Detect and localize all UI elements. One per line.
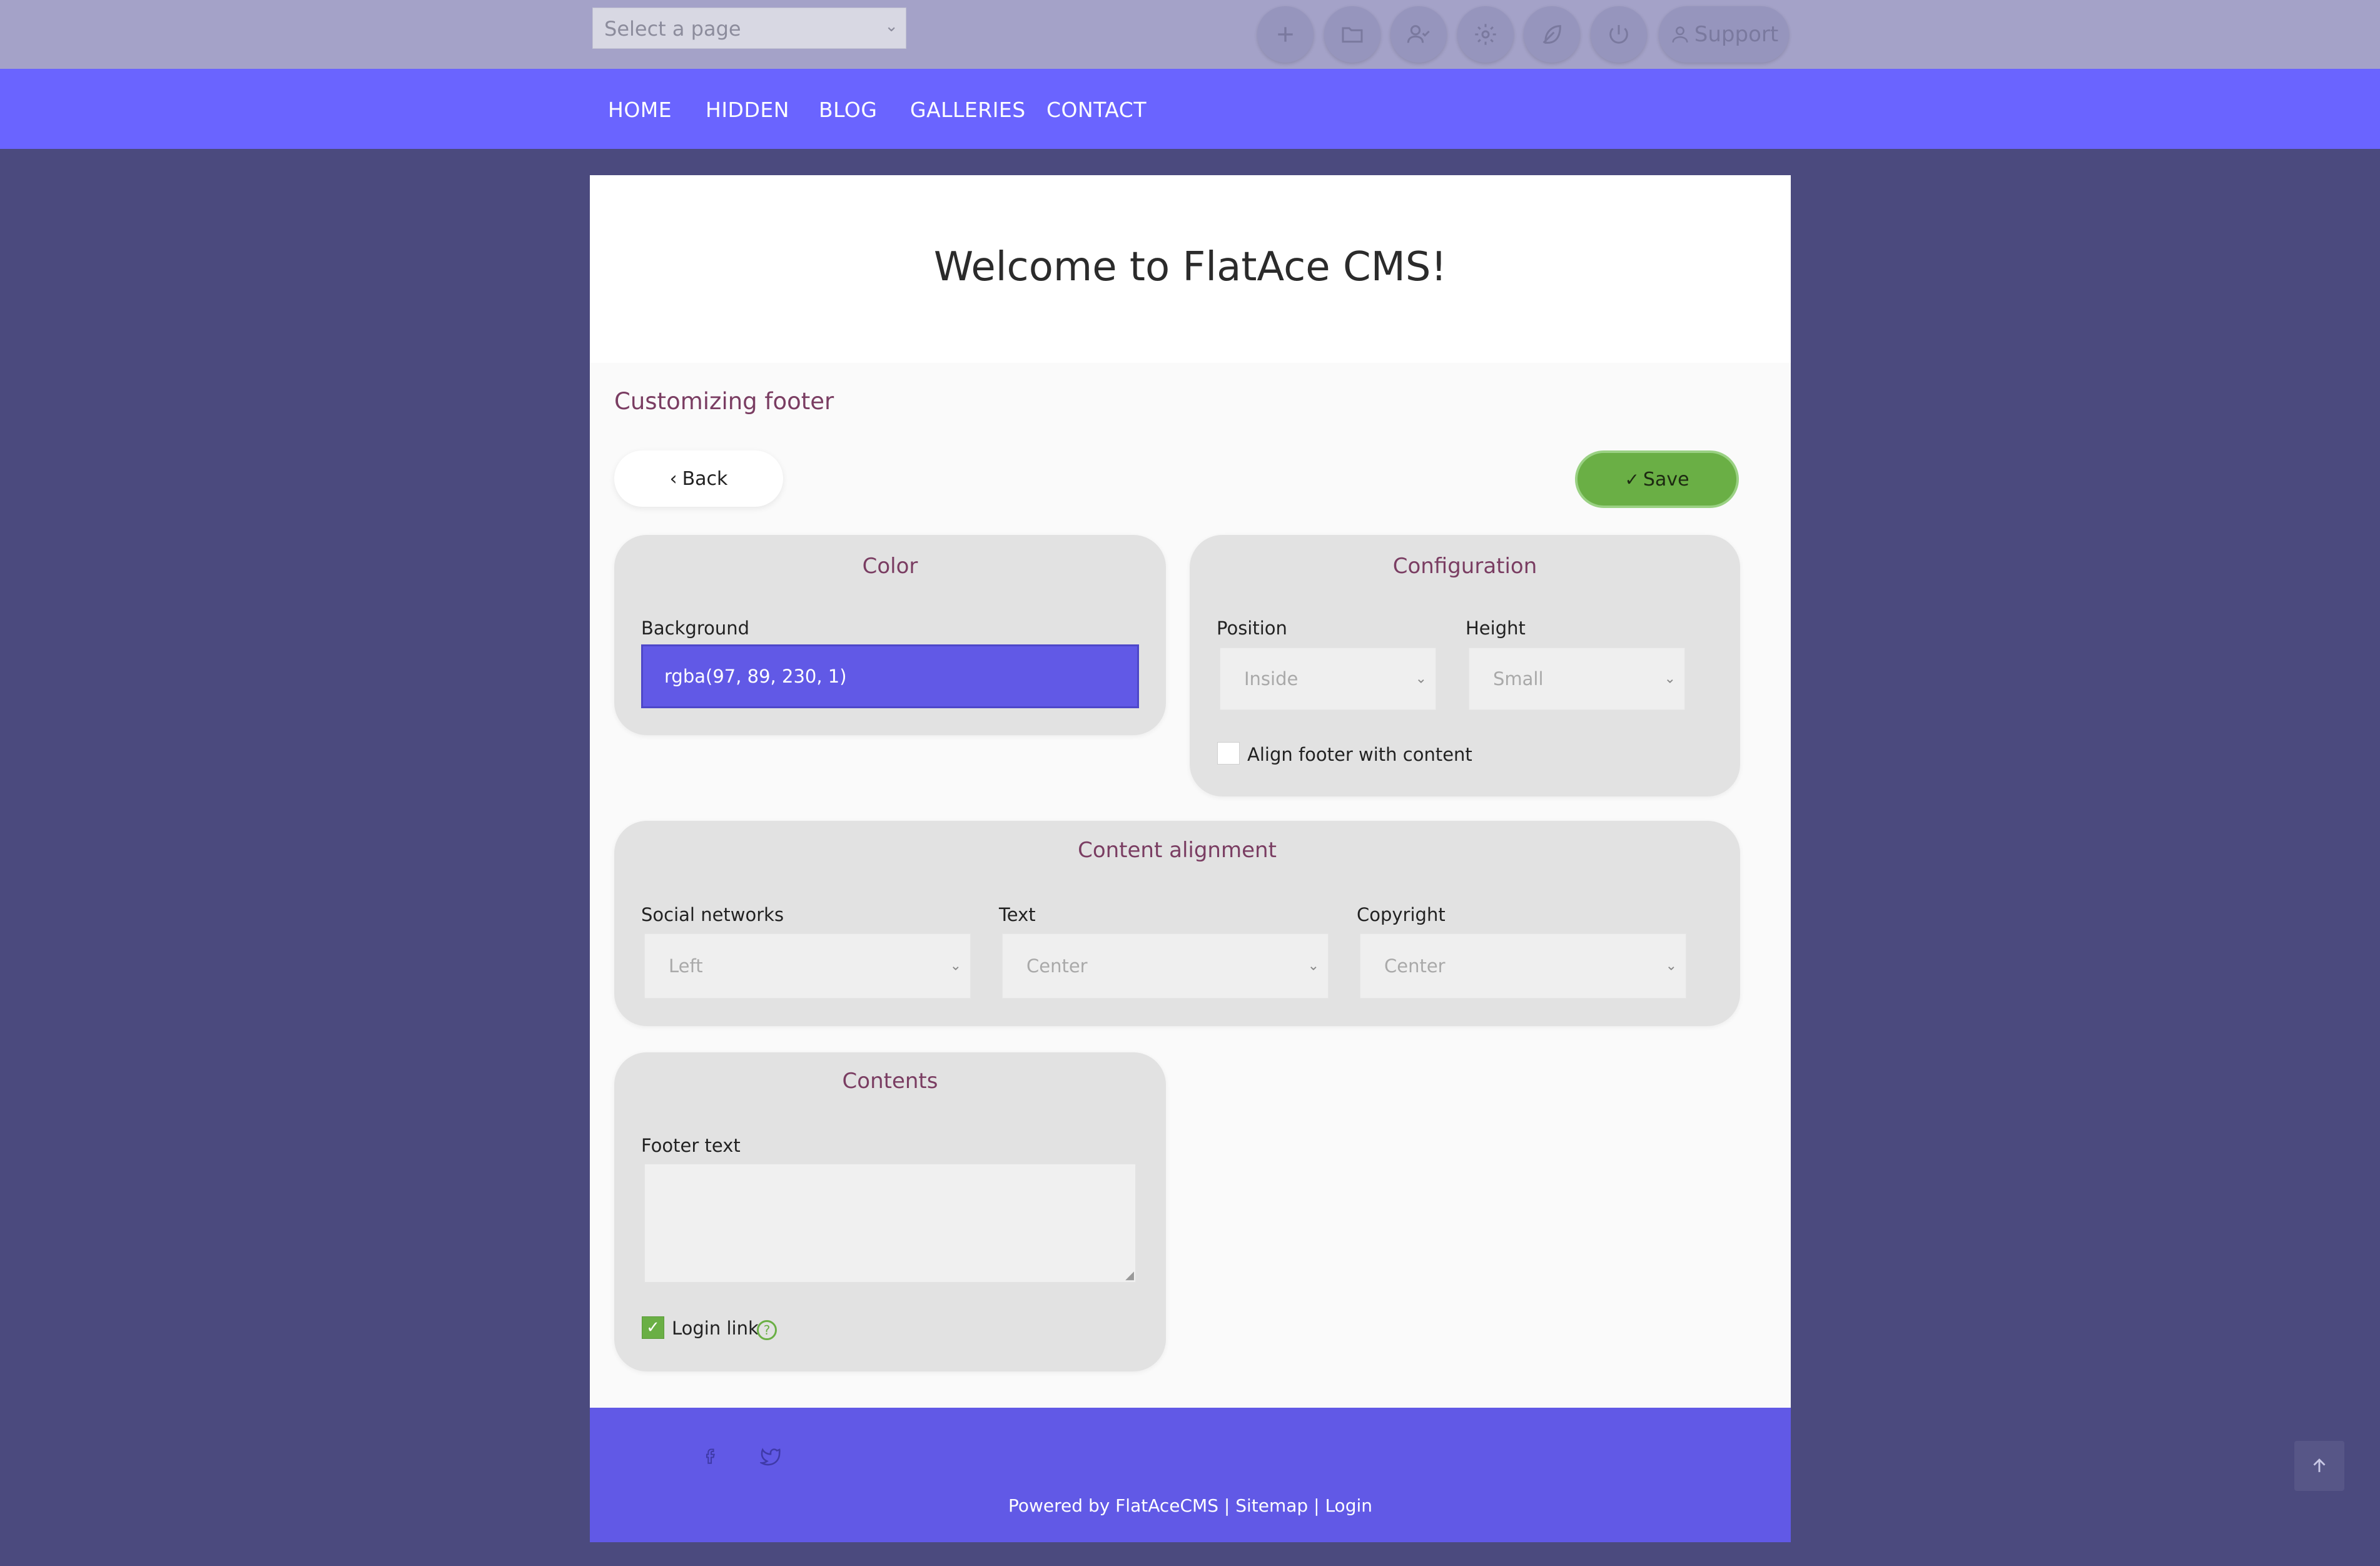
social-networks-select[interactable]: Left ⌄ [644,933,971,999]
footer-text-area[interactable]: ◢ [644,1164,1136,1283]
power-icon [1609,25,1628,44]
nav-item-hidden[interactable]: HIDDEN [706,98,789,122]
files-button[interactable] [1324,6,1380,63]
text-select[interactable]: Center ⌄ [1002,933,1329,999]
height-label: Height [1466,618,1526,639]
help-icon[interactable]: ? [757,1320,777,1340]
copyright-select[interactable]: Center ⌄ [1360,933,1686,999]
checkmark-icon: ✓ [646,1318,660,1337]
support-button[interactable]: Support [1659,6,1789,63]
admin-toolbar [0,0,2380,69]
page-select-placeholder: Select a page [604,17,741,41]
feather-icon [1542,25,1561,44]
page-title: Customizing footer [614,388,834,415]
twitter-icon[interactable] [760,1445,781,1467]
contents-panel-title: Contents [842,1069,938,1094]
resize-handle-icon[interactable]: ◢ [1125,1269,1134,1282]
background-color-value: rgba(97, 89, 230, 1) [664,666,847,687]
gear-icon [1475,24,1496,45]
chevron-down-icon: ⌄ [1415,671,1427,687]
facebook-icon[interactable] [702,1445,720,1467]
content-alignment-panel: Content alignment Social networks Text C… [614,821,1740,1026]
nav-item-blog[interactable]: BLOG [819,98,877,122]
align-footer-label: Align footer with content [1247,744,1472,765]
save-button[interactable]: ✓ Save [1575,450,1739,508]
page-select[interactable]: Select a page ⌄ [592,8,906,49]
users-button[interactable] [1390,6,1447,63]
chevron-down-icon: ⌄ [1664,671,1676,687]
page-heading: Welcome to FlatAce CMS! [933,244,1447,290]
position-label: Position [1217,618,1287,639]
separator: | [1314,1495,1320,1516]
height-value: Small [1493,668,1544,689]
color-panel-title: Color [862,554,918,579]
support-label: Support [1694,22,1779,47]
arrow-up-icon [2313,1458,2326,1472]
site-footer [590,1408,1791,1542]
separator: | [1223,1495,1230,1516]
powered-by-link[interactable]: Powered by FlatAceCMS [1008,1495,1218,1516]
align-footer-checkbox[interactable] [1217,742,1240,765]
copyright-value: Center [1384,955,1446,977]
login-link[interactable]: Login [1325,1495,1372,1516]
folder-icon [1342,27,1363,43]
position-select[interactable]: Inside ⌄ [1220,648,1436,710]
back-label: Back [682,467,728,490]
chevron-down-icon: ⌄ [1665,958,1677,974]
chevron-down-icon: ⌄ [884,17,898,36]
nav-item-contact[interactable]: CONTACT [1046,98,1147,122]
social-networks-label: Social networks [641,904,784,925]
copyright-label: Copyright [1357,904,1446,925]
check-icon: ✓ [1624,469,1639,490]
user-icon [1672,26,1688,43]
main-navigation [0,69,2380,149]
user-check-icon [1407,25,1430,43]
chevron-left-icon: ‹ [669,467,677,490]
social-networks-value: Left [669,955,703,977]
chevron-down-icon: ⌄ [1307,958,1319,974]
text-value: Center [1026,955,1088,977]
back-button[interactable]: ‹ Back [614,450,783,507]
position-value: Inside [1244,668,1299,689]
footer-credits: Powered by FlatAceCMS | Sitemap | Login [590,1495,1791,1516]
configuration-panel-title: Configuration [1392,554,1537,579]
text-label: Text [999,904,1036,925]
add-button[interactable] [1257,6,1314,63]
plus-icon [1278,27,1293,42]
nav-item-galleries[interactable]: GALLERIES [910,98,1026,122]
background-label: Background [641,618,750,639]
scroll-to-top-button[interactable] [2294,1441,2344,1491]
settings-button[interactable] [1457,6,1514,63]
sitemap-link[interactable]: Sitemap [1235,1495,1308,1516]
nav-item-home[interactable]: HOME [608,98,672,122]
height-select[interactable]: Small ⌄ [1469,648,1685,710]
content-alignment-title: Content alignment [1078,838,1277,863]
configuration-panel: Configuration Position Height Inside ⌄ S… [1190,535,1740,796]
logout-button[interactable] [1591,6,1647,63]
login-link-checkbox[interactable]: ✓ [642,1316,664,1339]
background-color-input[interactable]: rgba(97, 89, 230, 1) [641,644,1139,708]
login-link-label: Login link [672,1318,759,1339]
design-button[interactable] [1524,6,1580,63]
footer-text-label: Footer text [641,1135,741,1156]
chevron-down-icon: ⌄ [949,958,961,974]
save-label: Save [1643,468,1689,491]
